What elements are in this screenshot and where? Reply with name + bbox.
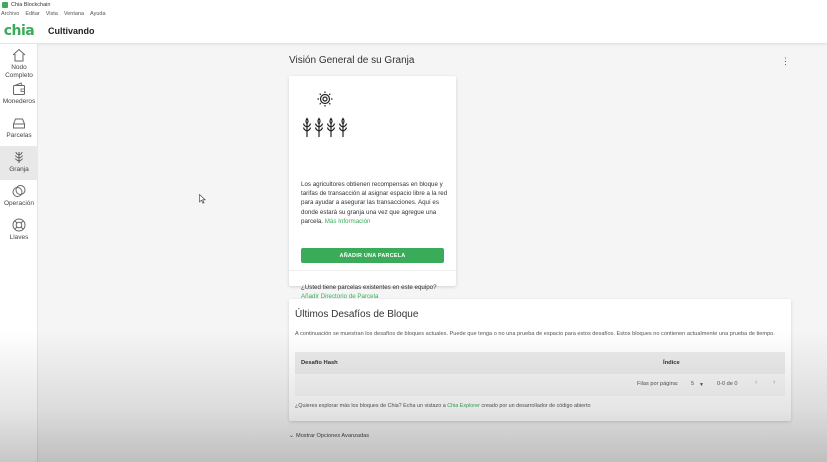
- column-index[interactable]: Índice: [663, 360, 680, 366]
- farm-intro-card: Los agricultores obtienen recompensas en…: [289, 76, 456, 300]
- block-challenges-card: Últimos Desafíos de Bloque A continuació…: [289, 299, 791, 421]
- more-vert-icon[interactable]: ⋮: [781, 56, 790, 67]
- app-bar-title: Cultivando: [48, 25, 95, 36]
- chevron-down-icon: ⌄: [289, 433, 295, 439]
- chia-logo: chia: [3, 22, 35, 39]
- advanced-options-toggle[interactable]: ⌄ Mostrar Opciones Avanzadas: [289, 432, 369, 440]
- menu-ventana[interactable]: Ventana: [64, 11, 84, 17]
- sidebar-item-label: Operación: [4, 200, 34, 207]
- sidebar-item-pool[interactable]: Operación: [0, 180, 38, 214]
- chia-explorer-link[interactable]: Chia Explorer: [447, 403, 480, 409]
- menu-archivo[interactable]: Archivo: [1, 11, 19, 17]
- page-range: 0-0 de 0: [717, 381, 738, 387]
- table-header: Desafío Hash Índice: [295, 352, 785, 374]
- farm-icon: [11, 149, 27, 165]
- advanced-options-label: Mostrar Opciones Avanzadas: [296, 432, 369, 439]
- sidebar: Nodo Completo Monederos Parcelas Granja …: [0, 44, 38, 462]
- home-icon: [11, 47, 27, 63]
- sidebar-item-label: Parcelas: [6, 132, 32, 139]
- wallet-icon: [11, 81, 27, 97]
- existing-plots-question: ¿Usted tiene parcelas existentes en este…: [301, 284, 437, 291]
- divider: [289, 270, 456, 271]
- next-page-icon[interactable]: ›: [773, 379, 775, 386]
- main-content: Visión General de su Granja ⋮ Los agricu…: [39, 44, 827, 462]
- farm-illustration-icon: [302, 91, 348, 137]
- challenges-description: A continuación se muestran los desafíos …: [295, 331, 775, 337]
- rows-per-page-label: Filas por página:: [637, 381, 679, 387]
- previous-page-icon[interactable]: ‹: [755, 379, 757, 386]
- sidebar-item-label: Monederos: [2, 98, 36, 105]
- column-challenge-hash[interactable]: Desafío Hash: [301, 360, 338, 366]
- sidebar-item-farm[interactable]: Granja: [0, 146, 38, 180]
- more-info-link[interactable]: Más Información: [325, 218, 371, 225]
- menu-ayuda[interactable]: Ayuda: [90, 11, 106, 17]
- challenges-title: Últimos Desafíos de Bloque: [295, 309, 419, 320]
- explorer-footer-text-after: creado por un desarrollador de código ab…: [481, 403, 591, 409]
- hdd-icon: [11, 115, 27, 131]
- lifebuoy-icon: [11, 217, 27, 233]
- page-title: Visión General de su Granja: [289, 55, 415, 66]
- sidebar-item-wallets[interactable]: Monederos: [0, 78, 38, 112]
- sidebar-item-keys[interactable]: Llaves: [0, 214, 38, 248]
- sidebar-item-label: Llaves: [9, 234, 29, 241]
- window-titlebar: Chia Blockchain: [0, 0, 827, 9]
- rows-per-page-select[interactable]: 5: [691, 381, 694, 387]
- add-plot-button[interactable]: AÑADIR UNA PARCELA: [301, 248, 444, 263]
- farm-intro-text: Los agricultores obtienen recompensas en…: [301, 181, 448, 225]
- explorer-footer: ¿Quieres explorar más los bloques de Chi…: [295, 403, 590, 409]
- mouse-cursor-icon: [199, 194, 206, 204]
- table-pagination: Filas por página: 5 ▼ 0-0 de 0 ‹ ›: [295, 374, 785, 396]
- sidebar-item-label: Nodo Completo: [5, 64, 33, 79]
- farm-intro-description: Los agricultores obtienen recompensas en…: [301, 180, 449, 226]
- sidebar-item-full-node[interactable]: Nodo Completo: [0, 44, 38, 79]
- app-bar: chia Cultivando: [0, 18, 827, 44]
- window-title: Chia Blockchain: [11, 1, 51, 8]
- sidebar-item-label: Granja: [9, 166, 29, 173]
- menu-vista[interactable]: Vista: [46, 11, 58, 17]
- app-icon: [2, 1, 8, 8]
- sidebar-item-plots[interactable]: Parcelas: [0, 112, 38, 146]
- menu-bar: Archivo Editar Vista Ventana Ayuda: [0, 9, 827, 18]
- dropdown-caret-icon[interactable]: ▼: [699, 382, 704, 388]
- explorer-footer-text: ¿Quieres explorar más los bloques de Chi…: [295, 403, 446, 409]
- pool-icon: [11, 183, 27, 199]
- menu-editar[interactable]: Editar: [25, 11, 39, 17]
